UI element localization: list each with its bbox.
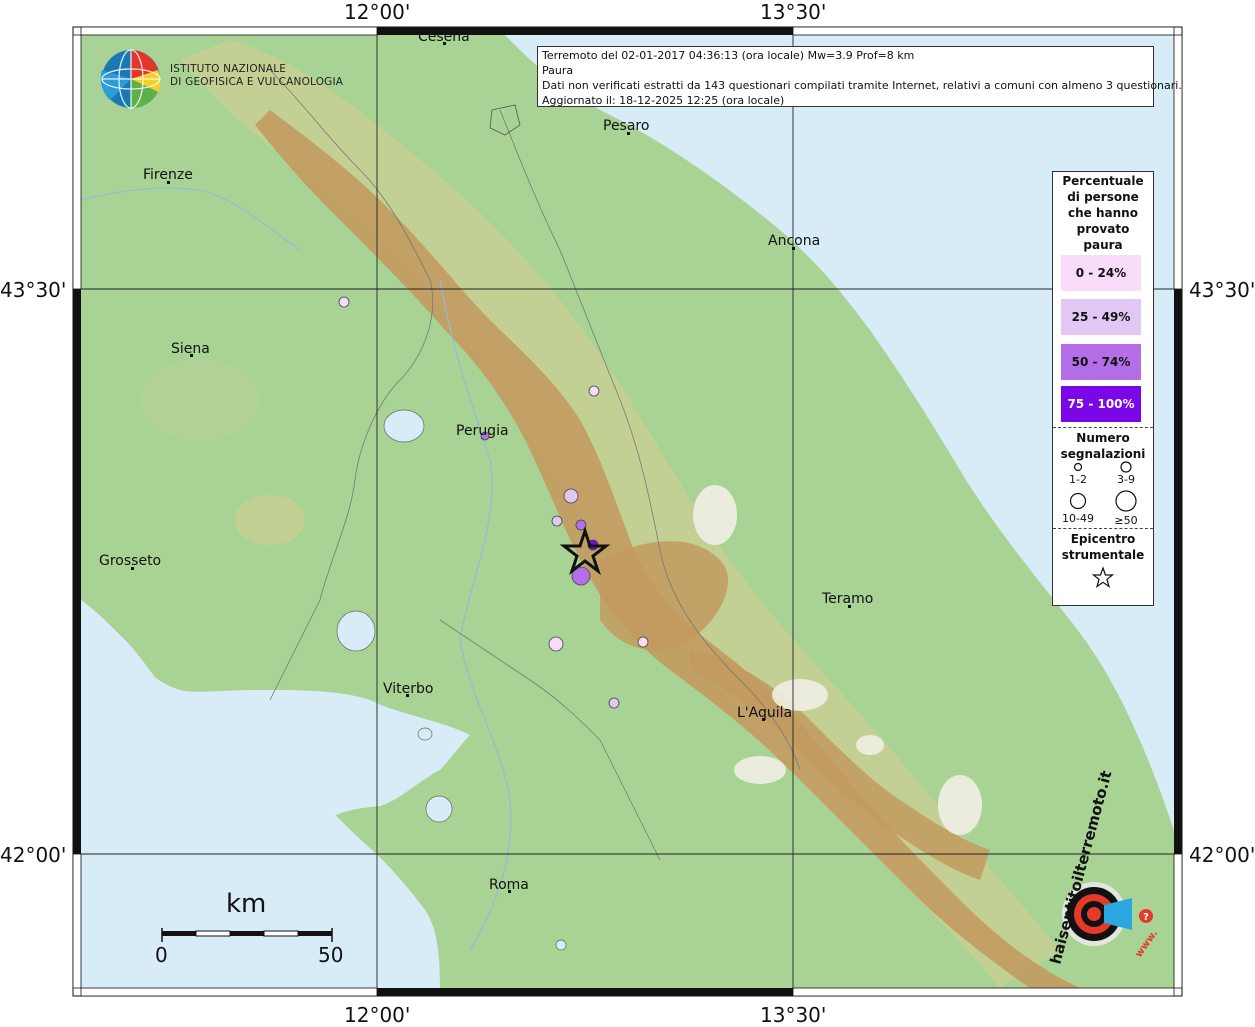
frame-bar — [792, 26, 1175, 36]
city-label-laquila: L'Aquila — [737, 705, 793, 721]
lake-vico — [417, 727, 433, 741]
frame-bar — [792, 987, 1175, 997]
frame-bar — [72, 853, 82, 989]
peak-area — [734, 756, 786, 784]
legend-star-icon — [1091, 566, 1115, 588]
report-point — [637, 636, 649, 648]
latitude-label: 43°30' — [0, 278, 67, 302]
scale-unit-label: km — [226, 889, 267, 919]
size-symbol-small — [1073, 462, 1083, 472]
data-note-line: Dati non verificati estratti da 143 ques… — [542, 79, 1182, 92]
ingv-logo-text: ISTITUTO NAZIONALE DI GEOFISICA E VULCAN… — [170, 63, 343, 89]
hills-patch — [235, 495, 305, 545]
frame-bar — [80, 987, 378, 997]
peak-area — [856, 735, 884, 755]
legend-divider — [1053, 427, 1153, 428]
city-label-viterbo: Viterbo — [383, 681, 434, 697]
legend-title-line: paura — [1083, 238, 1123, 252]
size-label-1-2: 1-2 — [1069, 473, 1087, 486]
svg-text:?: ? — [1143, 912, 1149, 923]
size-label-10-49: 10-49 — [1062, 512, 1094, 525]
hills-patch — [140, 360, 260, 440]
legend-class-25-49: 25 - 49% — [1061, 299, 1141, 335]
lake-bracciano — [425, 795, 453, 823]
legend-title-line: di persone — [1067, 190, 1139, 204]
parameter-line: Paura — [542, 64, 574, 77]
frame-bar — [377, 988, 793, 996]
legend-title-line: Percentuale — [1062, 174, 1144, 188]
update-line: Aggiornato il: 18-12-2025 12:25 (ora loc… — [542, 94, 785, 107]
city-label-pesaro: Pesaro — [603, 118, 650, 134]
report-point — [548, 636, 564, 652]
size-symbol-xlarge — [1115, 490, 1137, 512]
report-point — [563, 488, 579, 504]
scale-end-label: 50 — [318, 943, 344, 967]
longitude-label: 12°00' — [344, 0, 411, 24]
legend-count-title-line: Numero — [1076, 431, 1130, 445]
frame-bar — [1173, 853, 1183, 989]
city-label-perugia: Perugia — [456, 423, 509, 439]
logo-line: ISTITUTO NAZIONALE — [170, 63, 287, 75]
legend-epicenter-title: Epicentro strumentale — [1053, 531, 1153, 563]
lake-trasimeno — [383, 409, 425, 443]
latitude-label: 42°00' — [0, 843, 67, 867]
legend-title-line: provato — [1076, 222, 1130, 236]
legend-class-50-74: 50 - 74% — [1061, 344, 1141, 380]
city-label-teramo: Teramo — [822, 591, 874, 607]
event-info-box: Terremoto del 02-01-2017 04:36:13 (ora l… — [537, 46, 1182, 107]
latitude-label: 43°30' — [1189, 278, 1255, 302]
city-label-ancona: Ancona — [768, 233, 821, 249]
legend-class-0-24: 0 - 24% — [1061, 255, 1141, 291]
frame-bar — [73, 289, 81, 854]
peak-area — [938, 775, 982, 835]
legend-title: Percentuale di persone che hanno provato… — [1053, 173, 1153, 253]
legend-epicenter-line: strumentale — [1061, 548, 1145, 562]
city-label-grosseto: Grosseto — [99, 553, 162, 569]
longitude-label: 13°30' — [760, 1003, 827, 1027]
legend-divider — [1053, 528, 1153, 529]
frame-bar — [80, 26, 378, 36]
longitude-label: 12°00' — [344, 1003, 411, 1027]
longitude-label: 13°30' — [760, 0, 827, 24]
report-point — [338, 296, 350, 308]
report-point — [608, 697, 620, 709]
city-label-siena: Siena — [171, 341, 210, 357]
frame-bar — [1173, 34, 1183, 290]
city-label-roma: Roma — [489, 877, 529, 893]
legend-class-75-100: 75 - 100% — [1061, 386, 1141, 422]
report-point — [551, 515, 563, 527]
frame-bar — [1174, 289, 1182, 854]
logo-line: DI GEOFISICA E VULCANOLOGIA — [170, 76, 344, 88]
size-symbol-large — [1069, 492, 1087, 510]
legend-epicenter-line: Epicentro — [1070, 532, 1136, 546]
scale-start-label: 0 — [155, 943, 168, 967]
legend-panel: Percentuale di persone che hanno provato… — [1052, 171, 1154, 606]
event-line: Terremoto del 02-01-2017 04:36:13 (ora l… — [542, 49, 915, 62]
peak-area — [693, 485, 737, 545]
lake-bolsena — [336, 610, 376, 652]
report-point — [588, 385, 600, 397]
city-label-firenze: Firenze — [143, 167, 193, 183]
size-label-50: ≥50 — [1114, 514, 1138, 527]
legend-title-line: che hanno — [1068, 206, 1138, 220]
size-label-3-9: 3-9 — [1117, 473, 1135, 486]
latitude-label: 42°00' — [1189, 843, 1255, 867]
lake-albano — [555, 939, 567, 951]
city-label-cesena: Cesena — [418, 29, 470, 45]
size-symbol-medium — [1120, 461, 1132, 473]
frame-bar — [72, 34, 82, 290]
